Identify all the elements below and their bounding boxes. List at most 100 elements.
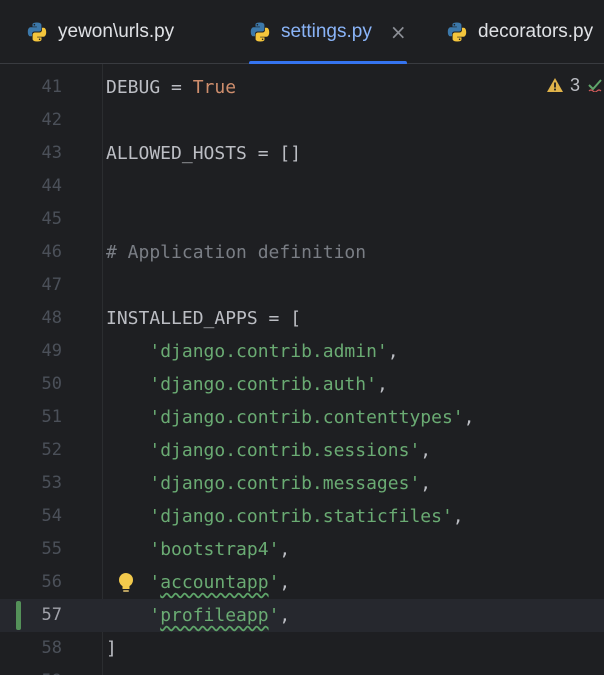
- code-line[interactable]: 47: [0, 269, 604, 302]
- code-line[interactable]: 41 DEBUG = True: [0, 71, 604, 104]
- str-token: 'django.contrib.contenttypes': [149, 407, 464, 428]
- code-token: ALLOWED_HOSTS = []: [106, 143, 302, 164]
- str-token: 'bootstrap4': [149, 539, 280, 560]
- str-token: ': [268, 572, 280, 593]
- code-line[interactable]: 58]: [0, 632, 604, 665]
- code-line[interactable]: 56 'accountapp',: [0, 566, 604, 599]
- code-line[interactable]: 43 ALLOWED_HOSTS = []: [0, 137, 604, 170]
- code-token: ,: [452, 506, 464, 527]
- code-line[interactable]: 49 'django.contrib.admin',: [0, 335, 604, 368]
- code-line[interactable]: 48 INSTALLED_APPS = [: [0, 302, 604, 335]
- str-token: 'django.contrib.auth': [149, 374, 377, 395]
- code-text: 'django.contrib.sessions',: [106, 434, 431, 467]
- line-number: 54: [41, 506, 62, 526]
- code-editor[interactable]: 41 DEBUG = True 42 43 ALLOWED_HOSTS = [] 44 45…: [0, 64, 604, 675]
- str-token: ': [149, 572, 161, 593]
- code-line[interactable]: 51 'django.contrib.contenttypes',: [0, 401, 604, 434]
- code-token: ,: [376, 374, 388, 395]
- code-text: 'django.contrib.messages',: [106, 467, 431, 500]
- code-token: ,: [420, 473, 432, 494]
- code-token: ,: [279, 572, 291, 593]
- code-token: ]: [106, 638, 117, 659]
- code-text: 'django.contrib.auth',: [106, 368, 388, 401]
- code-text: DEBUG = True: [106, 71, 236, 104]
- code-token: DEBUG =: [106, 77, 193, 98]
- str-token: 'django.contrib.admin': [149, 341, 388, 362]
- line-number: 52: [41, 440, 62, 460]
- warning-icon: [547, 78, 563, 92]
- typo-check-icon: [588, 79, 602, 92]
- line-number: 51: [41, 407, 62, 427]
- line-number: 53: [41, 473, 62, 493]
- warning-count: 3: [570, 74, 581, 95]
- code-line[interactable]: 57 'profileapp',: [0, 599, 604, 632]
- code-text: 'accountapp',: [106, 566, 290, 599]
- code-line[interactable]: 53 'django.contrib.messages',: [0, 467, 604, 500]
- tab-decorators-py[interactable]: decorators.py: [446, 0, 593, 64]
- code-line[interactable]: 42: [0, 104, 604, 137]
- python-file-icon: [27, 22, 47, 42]
- line-number: 58: [41, 638, 62, 658]
- code-token: ,: [463, 407, 475, 428]
- strwavy-token: accountapp: [160, 572, 269, 593]
- str-token: 'django.contrib.staticfiles': [149, 506, 453, 527]
- line-number: 56: [41, 572, 62, 592]
- code-text: 'django.contrib.contenttypes',: [106, 401, 474, 434]
- kw-token: True: [192, 77, 237, 98]
- inspection-widget[interactable]: 3: [546, 72, 602, 98]
- code-text: INSTALLED_APPS = [: [106, 302, 301, 335]
- tab-urls-py[interactable]: yewon\urls.py: [26, 0, 174, 64]
- close-tab-icon[interactable]: ×: [390, 20, 407, 44]
- code-token: ,: [387, 341, 399, 362]
- code-line[interactable]: 52 'django.contrib.sessions',: [0, 434, 604, 467]
- line-number: 50: [41, 374, 62, 394]
- code-text: # Application definition: [106, 236, 366, 269]
- str-token: 'django.contrib.messages': [149, 473, 421, 494]
- tab-label: settings.py: [281, 21, 372, 42]
- code-line[interactable]: 45: [0, 203, 604, 236]
- line-number: 41: [41, 77, 62, 97]
- tab-label: yewon\urls.py: [58, 21, 175, 42]
- line-number: 59: [0, 665, 62, 675]
- code-line[interactable]: 55 'bootstrap4',: [0, 533, 604, 566]
- line-number: 55: [41, 539, 62, 559]
- line-number: 43: [41, 143, 62, 163]
- tab-settings-py[interactable]: settings.py ×: [249, 0, 407, 65]
- line-number: 49: [41, 341, 62, 361]
- strwavy-token: profileapp: [160, 605, 269, 626]
- line-number: 44: [41, 176, 62, 196]
- code-token: ,: [279, 605, 291, 626]
- line-number: 45: [41, 209, 62, 229]
- str-token: ': [268, 605, 280, 626]
- code-text: 'django.contrib.staticfiles',: [106, 500, 464, 533]
- python-file-icon: [250, 22, 270, 42]
- code-text: 'bootstrap4',: [106, 533, 290, 566]
- code-text: ALLOWED_HOSTS = []: [106, 137, 301, 170]
- code-line[interactable]: 50 'django.contrib.auth',: [0, 368, 604, 401]
- code-line[interactable]: 54 'django.contrib.staticfiles',: [0, 500, 604, 533]
- line-number: 48: [41, 308, 62, 328]
- cmt-token: # Application definition: [106, 242, 367, 263]
- python-file-icon: [447, 22, 467, 42]
- code-line[interactable]: 59: [0, 665, 604, 675]
- code-line[interactable]: 46 # Application definition: [0, 236, 604, 269]
- str-token: 'django.contrib.sessions': [149, 440, 421, 461]
- editor-tab-bar: yewon\urls.py settings.py × decorators.p…: [0, 0, 604, 65]
- str-token: ': [149, 605, 161, 626]
- tab-label: decorators.py: [478, 21, 594, 42]
- code-token: ,: [420, 440, 432, 461]
- line-number: 57: [41, 605, 62, 625]
- code-text: 'profileapp',: [106, 599, 290, 632]
- code-line[interactable]: 44: [0, 170, 604, 203]
- line-number: 47: [41, 275, 62, 295]
- line-number: 46: [41, 242, 62, 262]
